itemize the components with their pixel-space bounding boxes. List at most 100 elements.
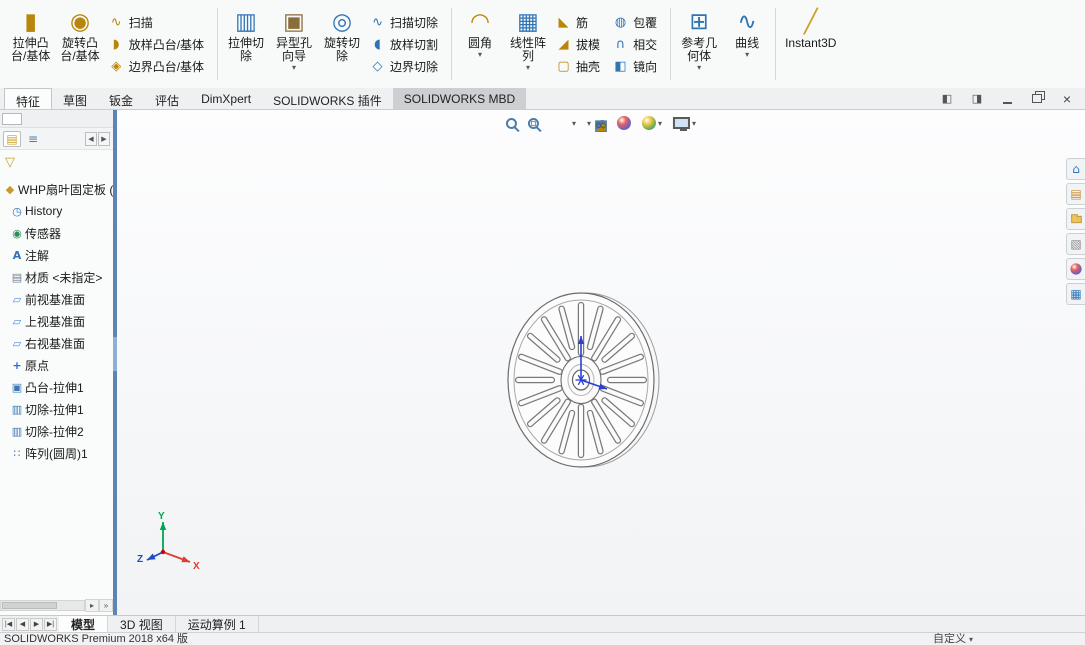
tree-item-front-plane[interactable]: 前视基准面 <box>0 288 113 310</box>
custom-properties-icon <box>1070 288 1081 300</box>
ribbon-button-lofted-boss[interactable]: 放样凸台/基体 <box>106 35 212 54</box>
ribbon-button-hole-wizard[interactable]: 异型孔向导▾ <box>271 2 317 86</box>
chevron-down-icon[interactable]: ▾ <box>478 50 482 59</box>
ribbon-stack: 筋拔模抽壳 <box>553 2 608 86</box>
spin-left-icon[interactable]: ◀ <box>85 131 97 146</box>
panel-overflow-chevron-icon[interactable]: » <box>99 599 113 612</box>
tree-item-right-plane[interactable]: 右视基准面 <box>0 332 113 354</box>
ribbon-button-intersect[interactable]: 相交 <box>610 35 665 54</box>
ribbon-group: 圆角▾线性阵列▾筋拔模抽壳包覆相交镜向 <box>454 2 668 86</box>
sheet-tab-3d-views[interactable]: 3D 视图 <box>108 616 176 632</box>
sheet-tab-bar: |◀ ◀ ▶ ▶| 模型 3D 视图 运动算例 1 <box>0 615 1085 632</box>
svg-text:Z: Z <box>137 554 143 565</box>
graphics-area[interactable]: ▾▾▾▾▾ YXZ <box>117 110 1085 615</box>
model-fan-plate[interactable] <box>117 110 1085 615</box>
filter-icon[interactable] <box>5 156 15 169</box>
extruded-cut-icon <box>235 7 257 37</box>
ribbon-button-boundary-boss[interactable]: 边界凸台/基体 <box>106 57 212 76</box>
ribbon-button-mirror[interactable]: 镜向 <box>610 57 665 76</box>
displaymanager-tab-icon[interactable] <box>24 131 42 147</box>
spin-right-icon[interactable]: ▶ <box>98 131 110 146</box>
tree-item-label: 传感器 <box>25 226 62 241</box>
ribbon-stack: 包覆相交镜向 <box>610 2 665 86</box>
tree-item-circular-pattern1[interactable]: 阵列(圆周)1 <box>0 442 113 464</box>
hscroll-track[interactable] <box>0 600 85 611</box>
ribbon-button-lofted-cut[interactable]: 放样切割 <box>367 35 446 54</box>
tab-addins[interactable]: SOLIDWORKS 插件 <box>262 88 393 109</box>
featuremanager-tab-icon[interactable] <box>3 130 21 147</box>
tree-item-label: 材质 <未指定> <box>25 270 103 285</box>
taskpane-view-palette[interactable] <box>1066 233 1085 255</box>
chevron-down-icon[interactable]: ▾ <box>292 63 296 72</box>
ribbon-button-fillet[interactable]: 圆角▾ <box>457 2 503 86</box>
appearances-icon <box>1070 263 1082 275</box>
tab-evaluate[interactable]: 评估 <box>144 88 190 109</box>
restore-icon[interactable] <box>1027 91 1047 107</box>
chevron-down-icon[interactable]: ▾ <box>745 50 749 59</box>
tab-dimxpert[interactable]: DimXpert <box>190 88 262 109</box>
taskpane-custom-properties[interactable] <box>1066 283 1085 305</box>
main-area: ◀ ▶ WHP扇叶固定板 (History 传感器注解材质 <未指定> 前视基准面上… <box>0 110 1085 615</box>
close-icon[interactable] <box>1057 91 1077 107</box>
ribbon-button-draft[interactable]: 拔模 <box>553 35 608 54</box>
ribbon-button-shell[interactable]: 抽壳 <box>553 57 608 76</box>
ribbon-button-extruded-cut[interactable]: 拉伸切除 <box>223 2 269 86</box>
tree-item-sensors[interactable]: 传感器 <box>0 222 113 244</box>
chevron-down-icon[interactable]: ▾ <box>697 63 701 72</box>
chevron-down-icon[interactable]: ▾ <box>526 63 530 72</box>
tree-item-cut-extrude2[interactable]: 切除-拉伸2 <box>0 420 113 442</box>
customize-label: 自定义 <box>932 633 966 645</box>
tab-sheet-metal[interactable]: 钣金 <box>98 88 144 109</box>
ribbon-button-boundary-cut[interactable]: 边界切除 <box>367 57 446 76</box>
sheet-tab-model[interactable]: 模型 <box>59 616 109 632</box>
minimize-icon[interactable] <box>997 91 1017 107</box>
sheet-nav: |◀ ◀ ▶ ▶| <box>0 616 59 632</box>
linear-pattern-icon <box>517 7 539 37</box>
ribbon-button-instant3d[interactable]: Instant3D <box>781 2 840 86</box>
tree-item-label: 右视基准面 <box>25 336 86 351</box>
ribbon-button-extruded-boss[interactable]: 拉伸凸台/基体 <box>7 2 54 86</box>
ribbon-button-curves[interactable]: 曲线▾ <box>724 2 770 86</box>
taskpane-resources[interactable] <box>1066 158 1085 180</box>
taskpane-file-explorer[interactable] <box>1066 208 1085 230</box>
hscroll-right-arrow-icon[interactable]: ▸ <box>85 599 99 612</box>
ribbon-button-wrap[interactable]: 包覆 <box>610 13 665 32</box>
tab-sketch[interactable]: 草图 <box>52 88 98 109</box>
ribbon-button-label: 抽壳 <box>576 59 601 74</box>
ribbon-button-rib[interactable]: 筋 <box>553 13 608 32</box>
expand-pane-icon[interactable] <box>967 91 987 107</box>
tree-item-cut-extrude1[interactable]: 切除-拉伸1 <box>0 398 113 420</box>
ribbon-button-label: 放样切割 <box>390 37 439 52</box>
hscroll-thumb[interactable] <box>2 602 57 609</box>
display-pane-button[interactable] <box>2 112 22 125</box>
customize-button[interactable]: 自定义 ▾ <box>933 633 973 645</box>
tree-item-history[interactable]: History <box>0 200 113 222</box>
tree-item-annotations[interactable]: 注解 <box>0 244 113 266</box>
ribbon-button-revolved-boss[interactable]: 旋转凸台/基体 <box>56 2 103 86</box>
ribbon-button-revolved-cut[interactable]: 旋转切除 <box>319 2 365 86</box>
tree-item-boss-extrude1[interactable]: 凸台-拉伸1 <box>0 376 113 398</box>
tab-mbd[interactable]: SOLIDWORKS MBD <box>392 88 527 109</box>
sheet-tabs: 模型 3D 视图 运动算例 1 <box>59 616 259 632</box>
sheet-nav-0-icon[interactable]: |◀ <box>2 617 15 631</box>
tree-item-part-root[interactable]: WHP扇叶固定板 ( <box>0 178 113 200</box>
ribbon-button-reference-geometry[interactable]: 参考几何体▾ <box>676 2 722 86</box>
ribbon-button-swept-cut[interactable]: 扫描切除 <box>367 13 446 32</box>
tree-item-top-plane[interactable]: 上视基准面 <box>0 310 113 332</box>
taskpane-design-library[interactable] <box>1066 183 1085 205</box>
taskpane-appearances[interactable] <box>1066 258 1085 280</box>
ribbon-button-linear-pattern[interactable]: 线性阵列▾ <box>505 2 551 86</box>
sheet-tab-motion-study-1[interactable]: 运动算例 1 <box>176 616 259 632</box>
solidworks-window: 拉伸凸台/基体旋转凸台/基体扫描放样凸台/基体边界凸台/基体拉伸切除异型孔向导▾… <box>0 0 1085 645</box>
tab-features[interactable]: 特征 <box>4 88 53 109</box>
tree-item-label: 原点 <box>25 358 50 373</box>
sheet-nav-3-icon[interactable]: ▶| <box>44 617 57 631</box>
tree-item-material[interactable]: 材质 <未指定> <box>0 266 113 288</box>
tree-item-origin[interactable]: 原点 <box>0 354 113 376</box>
sheet-nav-1-icon[interactable]: ◀ <box>16 617 29 631</box>
ribbon-button-swept-boss[interactable]: 扫描 <box>106 13 212 32</box>
material-icon <box>9 272 25 283</box>
collapse-pane-icon[interactable] <box>937 91 957 107</box>
tree-item-label: 切除-拉伸1 <box>25 402 84 417</box>
sheet-nav-2-icon[interactable]: ▶ <box>30 617 43 631</box>
